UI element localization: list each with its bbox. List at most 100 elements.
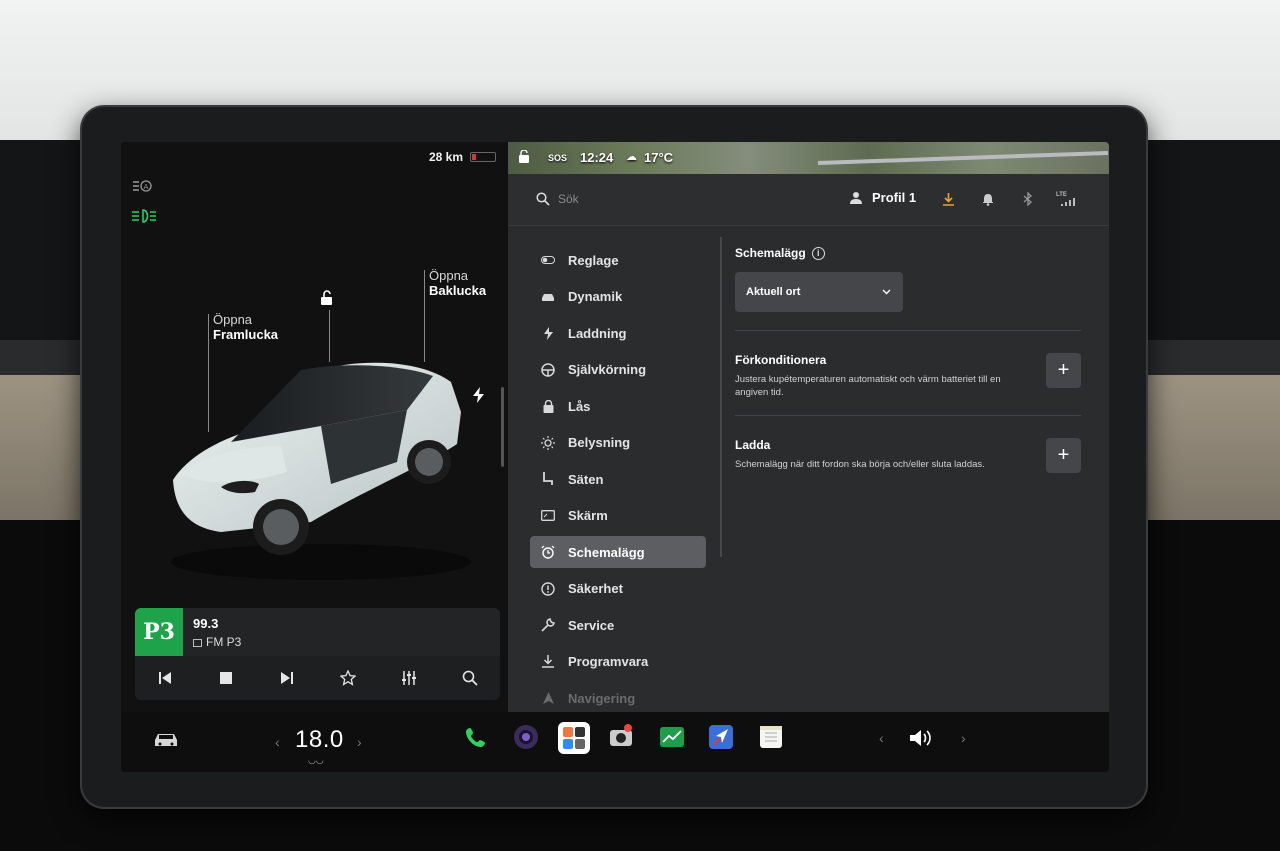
phone-app-icon[interactable]	[461, 722, 491, 752]
app-launcher-icon[interactable]	[558, 722, 590, 754]
menu-item-sakerhet[interactable]: Säkerhet	[530, 573, 706, 605]
menu-label: Självkörning	[568, 362, 647, 377]
menu-item-navigering[interactable]: Navigering	[530, 682, 706, 714]
speaker-icon[interactable]	[909, 728, 935, 748]
vehicle-scrollbar[interactable]	[501, 387, 504, 467]
front-trunk-label: Framlucka	[213, 327, 279, 342]
search-icon	[536, 192, 550, 206]
menu-label: Lås	[568, 398, 591, 414]
toggle-icon	[540, 252, 556, 268]
media-player[interactable]: P3 99.3 FM P3	[135, 608, 500, 700]
camera-app-icon[interactable]	[511, 722, 541, 752]
cabin-temperature[interactable]: 18.0	[295, 726, 344, 754]
car-controls-icon[interactable]	[153, 730, 181, 752]
favorite-button[interactable]	[330, 663, 366, 693]
profile-button[interactable]: Profil 1	[850, 190, 916, 205]
next-track-button[interactable]	[269, 663, 305, 693]
menu-item-schemalagg[interactable]: Schemalägg	[530, 536, 706, 568]
unlock-icon[interactable]	[319, 290, 335, 306]
map-preview[interactable]: SOS 12:24 ☁ 17°C	[508, 142, 1109, 174]
seat-heater-icon[interactable]: ◡◡	[308, 755, 324, 766]
stop-icon	[220, 672, 233, 684]
location-dropdown[interactable]: Aktuell ort	[735, 272, 903, 312]
settings-search-input[interactable]	[558, 188, 758, 210]
menu-label: Säkerhet	[568, 581, 623, 596]
settings-header: Profil 1 LTE	[508, 174, 1109, 226]
info-icon[interactable]: i	[811, 246, 825, 260]
plus-icon: +	[1057, 359, 1070, 381]
volume-down-button[interactable]: ‹	[879, 730, 884, 746]
station-logo: P3	[135, 608, 183, 656]
dashcam-app-icon[interactable]	[606, 722, 636, 752]
menu-scrollbar[interactable]	[720, 237, 722, 557]
chevron-down-icon	[882, 289, 891, 295]
menu-label: Säten	[568, 471, 604, 487]
bluetooth-icon[interactable]	[1020, 191, 1036, 207]
radio-icon	[193, 638, 202, 647]
menu-item-saten[interactable]: Säten	[530, 463, 706, 495]
star-icon	[339, 670, 356, 686]
temp-down-button[interactable]: ‹	[275, 734, 280, 750]
bottom-dock: ‹ 18.0 › ◡◡ ‹ ›	[121, 712, 1109, 772]
auto-headlights-icon[interactable]: A	[131, 179, 153, 193]
charge-title: Ladda	[735, 438, 771, 452]
steering-wheel-icon	[540, 362, 556, 378]
charge-description: Schemalägg när ditt fordon ska börja och…	[735, 459, 985, 470]
add-precondition-button[interactable]: +	[1046, 353, 1081, 388]
search-icon	[462, 670, 478, 686]
media-controls	[135, 660, 500, 696]
schedule-panel: Schemalägg i Aktuell ort Förkonditionera…	[735, 246, 1081, 500]
menu-item-service[interactable]: Service	[530, 609, 706, 641]
sos-indicator: SOS	[548, 153, 568, 163]
now-playing[interactable]: P3 99.3 FM P3	[135, 608, 500, 656]
vehicle-model-image	[161, 352, 481, 602]
charge-port-icon[interactable]	[473, 387, 485, 408]
energy-app-icon[interactable]	[657, 722, 687, 752]
svg-text:A: A	[144, 183, 149, 191]
battery-icon	[470, 152, 496, 162]
vehicle-pane: 28 km A Öppna Framlucka Öppna Baklucka P…	[121, 142, 508, 712]
menu-item-skarm[interactable]: Skärm	[530, 500, 706, 532]
menu-item-las[interactable]: Lås	[530, 390, 706, 422]
bell-icon[interactable]	[980, 191, 996, 207]
display-icon	[540, 508, 556, 524]
rear-trunk-action: Öppna	[429, 268, 469, 283]
previous-track-button[interactable]	[147, 663, 183, 693]
menu-item-sjalvkorning[interactable]: Självkörning	[530, 354, 706, 386]
menu-item-laddning[interactable]: Laddning	[530, 317, 706, 349]
navigation-app-icon[interactable]	[706, 722, 736, 752]
menu-label: Navigering	[568, 690, 636, 706]
download-icon[interactable]	[940, 191, 956, 207]
menu-label: Reglage	[568, 252, 619, 268]
schedule-heading: Schemalägg i	[735, 246, 1081, 260]
menu-item-reglage[interactable]: Reglage	[530, 244, 706, 276]
menu-item-dynamik[interactable]: Dynamik	[530, 281, 706, 313]
menu-item-belysning[interactable]: Belysning	[530, 427, 706, 459]
car-icon	[540, 289, 556, 305]
stop-button[interactable]	[208, 663, 244, 693]
alarm-clock-icon	[540, 544, 556, 560]
media-search-button[interactable]	[452, 663, 488, 693]
wrench-icon	[540, 617, 556, 633]
volume-up-button[interactable]: ›	[961, 730, 966, 746]
outside-temperature: 17°C	[644, 150, 674, 165]
temp-up-button[interactable]: ›	[357, 734, 362, 750]
menu-label: Dynamik	[568, 289, 623, 304]
low-beam-icon	[131, 209, 157, 223]
front-trunk-button[interactable]: Öppna Framlucka	[213, 312, 278, 342]
download-icon	[540, 654, 556, 670]
notes-app-icon[interactable]	[756, 722, 786, 752]
settings-menu: Reglage Dynamik Laddning Självkörning Lå…	[530, 244, 706, 719]
schedule-title: Schemalägg	[735, 246, 806, 260]
rear-trunk-button[interactable]: Öppna Baklucka	[429, 268, 486, 298]
previous-icon	[159, 672, 172, 684]
alert-circle-icon	[540, 581, 556, 597]
navigation-icon	[540, 690, 556, 706]
station-name: FM P3	[193, 635, 241, 649]
charge-row: Ladda Schemalägg när ditt fordon ska bör…	[735, 416, 1081, 500]
menu-item-programvara[interactable]: Programvara	[530, 646, 706, 678]
sun-icon	[540, 435, 556, 451]
precondition-title: Förkonditionera	[735, 353, 827, 367]
add-charge-schedule-button[interactable]: +	[1046, 438, 1081, 473]
equalizer-button[interactable]	[391, 663, 427, 693]
